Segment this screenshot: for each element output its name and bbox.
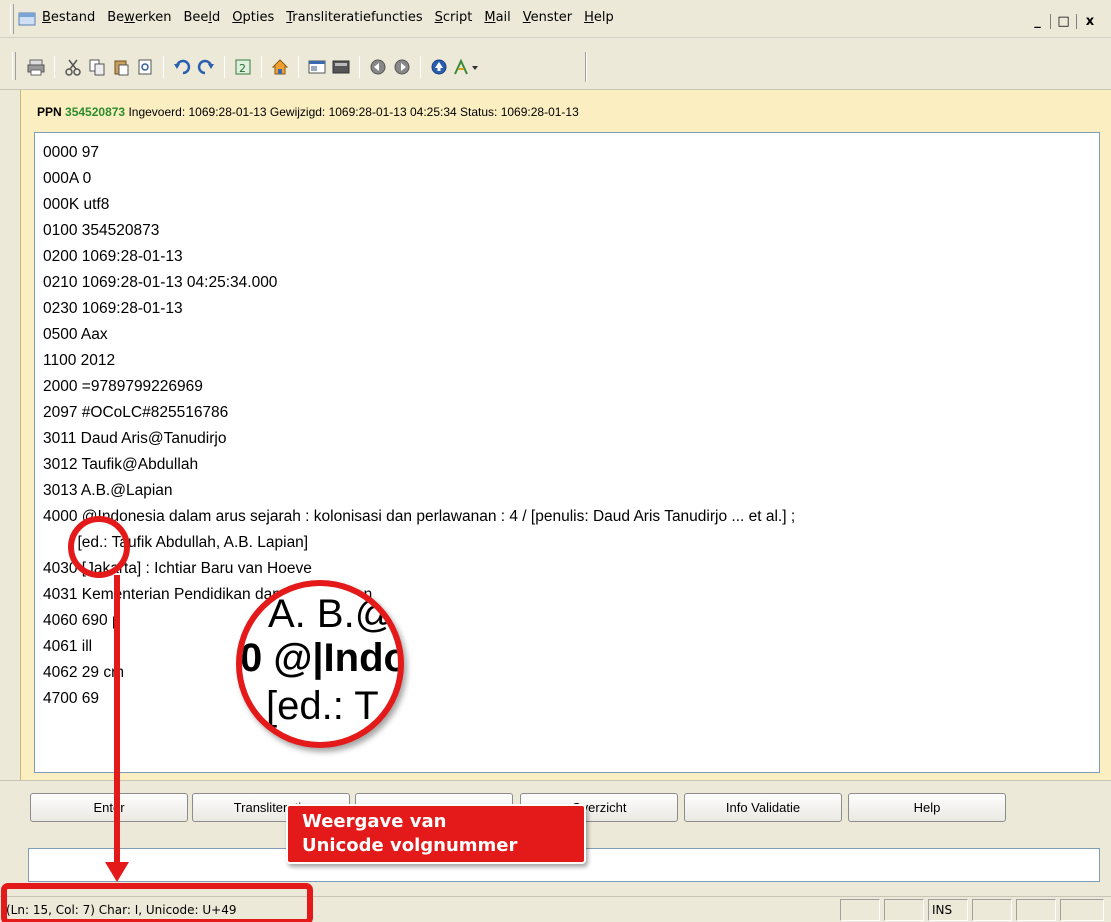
editor-line: 000A 0: [43, 170, 92, 187]
magnified-line: A. B.@: [268, 592, 396, 636]
cut-icon[interactable]: [63, 57, 83, 77]
editor-line: 4061 ill: [43, 638, 93, 655]
undo-icon[interactable]: [172, 57, 192, 77]
menu-bar: Bestand Bewerken Beeld Opties Transliter…: [0, 0, 1111, 38]
status-cell: [884, 899, 924, 921]
menu-script[interactable]: Script: [435, 10, 473, 25]
preview-icon[interactable]: [135, 57, 155, 77]
menu-mail[interactable]: Mail: [484, 10, 510, 25]
ppn-label: PPN: [37, 105, 62, 119]
toolbar-grip: [12, 52, 16, 80]
editor-line: 0100 354520873: [43, 222, 160, 239]
ppn-number: 354520873: [65, 105, 126, 119]
record-header: PPN 354520873 Ingevoerd: 1069:28-01-13 G…: [37, 105, 579, 119]
status-bar: (Ln: 15, Col: 7) Char: I, Unicode: U+49 …: [0, 896, 1111, 922]
editor-line: 4700 69: [43, 690, 100, 707]
editor-line: [ed.: Taufik Abdullah, A.B. Lapian]: [43, 534, 309, 551]
magnifier-lens: A. B.@ 0 @|Indo [ed.: T: [236, 580, 404, 748]
script-icon[interactable]: [453, 57, 481, 77]
editor-line: 3013 A.B.@Lapian: [43, 482, 173, 499]
refresh-icon[interactable]: 2: [233, 57, 253, 77]
menubar-grip: [10, 4, 14, 34]
editor-line: 0500 Aax: [43, 326, 108, 343]
close-button[interactable]: x: [1077, 14, 1103, 29]
editor-line: 3011 Daud Aris@Tanudirjo: [43, 430, 227, 447]
status-cell: [1016, 899, 1056, 921]
status-cell: [840, 899, 880, 921]
help-button[interactable]: Help: [848, 793, 1006, 822]
toolbar-separator: [163, 56, 164, 78]
toolbar-separator: [420, 56, 421, 78]
toolbar-end-separator: [585, 52, 587, 82]
editor-line: 2097 #OCoLC#825516786: [43, 404, 229, 421]
editor-line: 4062 29 cm: [43, 664, 124, 681]
editor-line: 0210 1069:28-01-13 04:25:34.000: [43, 274, 278, 291]
up-icon[interactable]: [429, 57, 449, 77]
menu-bestand[interactable]: Bestand: [42, 10, 95, 25]
editor-line: 1100 2012: [43, 352, 116, 369]
forward-icon[interactable]: [392, 57, 412, 77]
print-icon[interactable]: [26, 57, 46, 77]
app-icon: [18, 12, 36, 26]
editor-line: 0000 97: [43, 144, 100, 161]
annotation-callout: Weergave van Unicode volgnummer: [286, 804, 586, 864]
editor-line: 4030 [Jakarta] : Ichtiar Baru van Hoeve: [43, 560, 312, 577]
menu-venster[interactable]: Venster: [523, 10, 572, 25]
cursor-position-status: (Ln: 15, Col: 7) Char: I, Unicode: U+49: [6, 903, 237, 917]
paste-icon[interactable]: [111, 57, 131, 77]
editor-line: 0200 1069:28-01-13: [43, 248, 183, 265]
record-meta: Ingevoerd: 1069:28-01-13 Gewijzigd: 1069…: [128, 105, 579, 119]
callout-line-2: Unicode volgnummer: [302, 835, 518, 856]
redo-icon[interactable]: [196, 57, 216, 77]
ins-indicator: INS: [928, 899, 968, 921]
menu-beeld[interactable]: Beeld: [183, 10, 220, 25]
menu-help[interactable]: Help: [584, 10, 614, 25]
editor-line: 4000 @Indonesia dalam arus sejarah : kol…: [43, 508, 796, 525]
back-icon[interactable]: [368, 57, 388, 77]
menu-bewerken[interactable]: Bewerken: [107, 10, 171, 25]
svg-text:2: 2: [239, 62, 246, 75]
record-editor[interactable]: 0000 97 000A 0 000K utf8 0100 354520873 …: [34, 132, 1100, 773]
toolbar: 2: [0, 38, 1111, 90]
magnified-line: 0 @|Indo: [240, 636, 404, 680]
window-icon[interactable]: [307, 57, 327, 77]
magnified-line: [ed.: T: [266, 684, 379, 728]
status-cell: [1060, 899, 1104, 921]
status-cell: [972, 899, 1012, 921]
callout-line-1: Weergave van: [302, 811, 447, 832]
editor-line: 0230 1069:28-01-13: [43, 300, 183, 317]
editor-line: 4060 690 p: [43, 612, 121, 629]
info-validatie-button[interactable]: Info Validatie: [684, 793, 842, 822]
minimize-button[interactable]: _: [1025, 14, 1051, 29]
enter-button[interactable]: Enter: [30, 793, 188, 822]
editor-line: 000K utf8: [43, 196, 110, 213]
editor-line: 2000 =9789799226969: [43, 378, 203, 395]
home-icon[interactable]: [270, 57, 290, 77]
menu-transliteratiefuncties[interactable]: Transliteratiefuncties: [286, 10, 422, 25]
toolbar-separator: [261, 56, 262, 78]
editor-line: 3012 Taufik@Abdullah: [43, 456, 199, 473]
toolbar-separator: [54, 56, 55, 78]
toolbar-separator: [298, 56, 299, 78]
toolbar-separator: [359, 56, 360, 78]
panel-icon[interactable]: [331, 57, 351, 77]
restore-button[interactable]: □: [1051, 14, 1077, 29]
menu-opties[interactable]: Opties: [232, 10, 274, 25]
toolbar-separator: [224, 56, 225, 78]
copy-icon[interactable]: [87, 57, 107, 77]
